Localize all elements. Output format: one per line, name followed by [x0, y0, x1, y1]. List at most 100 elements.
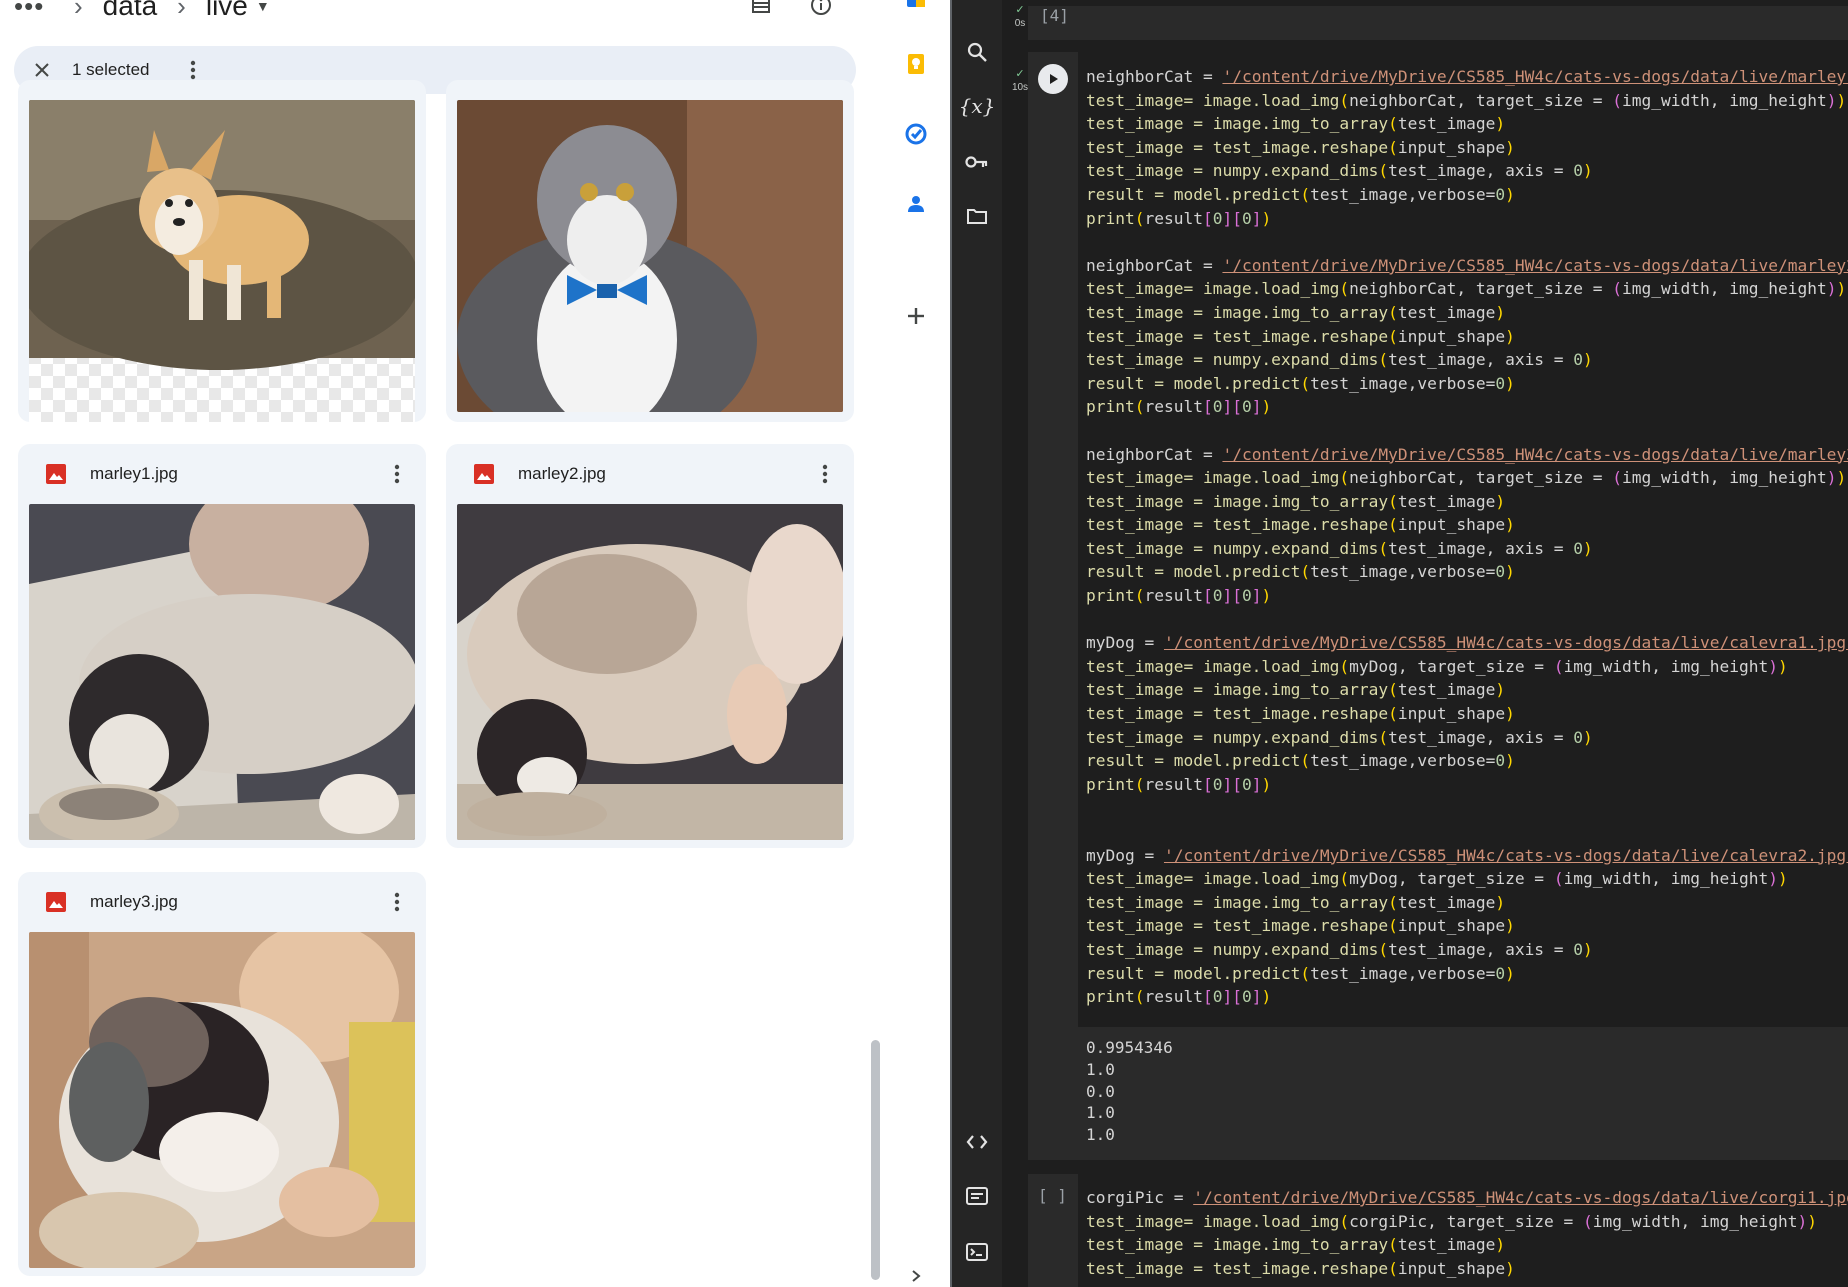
chevron-right-icon[interactable] — [896, 1256, 936, 1287]
code-line[interactable]: result = model.predict(test_image,verbos… — [1086, 560, 1848, 584]
file-thumbnail[interactable] — [29, 504, 415, 840]
code-line[interactable] — [1086, 608, 1848, 632]
code-line[interactable] — [1086, 796, 1848, 820]
code-token: ) — [1777, 656, 1788, 676]
code-line[interactable]: print(result[0][0]) — [1086, 985, 1848, 1009]
code-content[interactable]: corgiPic = '/content/drive/MyDrive/CS585… — [1086, 1186, 1848, 1280]
code-line[interactable]: test_image = image.img_to_array(test_ima… — [1086, 891, 1848, 915]
code-line[interactable]: test_image= image.load_img(neighborCat, … — [1086, 466, 1848, 490]
code-line[interactable]: test_image = numpy.expand_dims(test_imag… — [1086, 348, 1848, 372]
code-line[interactable]: test_image = test_image.reshape(input_sh… — [1086, 136, 1848, 160]
terminal-icon[interactable] — [957, 1232, 997, 1272]
code-line[interactable]: test_image= image.load_img(neighborCat, … — [1086, 277, 1848, 301]
file-thumbnail[interactable] — [457, 100, 843, 412]
file-card-marley1[interactable]: marley1.jpg — [18, 444, 426, 848]
caret-down-icon[interactable]: ▼ — [256, 0, 270, 14]
breadcrumb-folder-live[interactable]: live — [206, 0, 248, 22]
code-line[interactable]: test_image = numpy.expand_dims(test_imag… — [1086, 159, 1848, 183]
folder-icon[interactable] — [957, 196, 997, 236]
code-token: ( — [1388, 704, 1398, 724]
run-cell-button[interactable] — [1038, 64, 1068, 94]
image-file-icon — [46, 464, 66, 484]
code-line[interactable]: myDog = '/content/drive/MyDrive/CS585_HW… — [1086, 631, 1848, 655]
code-token: img_width, img_height — [1563, 869, 1769, 889]
code-line[interactable]: corgiPic = '/content/drive/MyDrive/CS585… — [1086, 1186, 1848, 1210]
code-line[interactable]: test_image = image.img_to_array(test_ima… — [1086, 1233, 1848, 1257]
code-line[interactable] — [1086, 230, 1848, 254]
file-thumbnail[interactable] — [29, 932, 415, 1268]
code-token: ) — [1261, 774, 1272, 794]
code-line[interactable]: result = model.predict(test_image,verbos… — [1086, 749, 1848, 773]
code-line[interactable]: test_image = test_image.reshape(input_sh… — [1086, 513, 1848, 537]
code-token: test_image — [1397, 680, 1496, 700]
code-line[interactable]: test_image= image.load_img(neighborCat, … — [1086, 89, 1848, 113]
code-line[interactable]: test_image = numpy.expand_dims(test_imag… — [1086, 938, 1848, 962]
command-palette-icon[interactable] — [957, 1176, 997, 1216]
code-token: corgiPic, target_size = — [1349, 1211, 1584, 1231]
prev-exec-time: 0s — [1014, 18, 1026, 29]
code-line[interactable]: test_image = image.img_to_array(test_ima… — [1086, 112, 1848, 136]
code-snippets-icon[interactable] — [957, 1122, 997, 1162]
code-line[interactable]: test_image = test_image.reshape(input_sh… — [1086, 702, 1848, 726]
code-line[interactable]: result = model.predict(test_image,verbos… — [1086, 372, 1848, 396]
code-token: [ — [1202, 208, 1213, 228]
code-line[interactable]: result = model.predict(test_image,verbos… — [1086, 183, 1848, 207]
code-token: ) — [1777, 869, 1788, 889]
info-icon[interactable] — [806, 0, 836, 20]
code-line[interactable]: test_image = numpy.expand_dims(test_imag… — [1086, 537, 1848, 561]
code-line[interactable]: test_image= image.load_img(myDog, target… — [1086, 867, 1848, 891]
breadcrumb-folder-data[interactable]: data — [103, 0, 158, 22]
code-line[interactable]: test_image = image.img_to_array(test_ima… — [1086, 490, 1848, 514]
code-content[interactable]: neighborCat = '/content/drive/MyDrive/CS… — [1086, 65, 1848, 1009]
code-line[interactable]: test_image = test_image.reshape(input_sh… — [1086, 325, 1848, 349]
calendar-icon[interactable] — [896, 0, 936, 18]
code-line[interactable]: neighborCat = '/content/drive/MyDrive/CS… — [1086, 65, 1848, 89]
code-token: ) — [1495, 302, 1506, 322]
code-line[interactable]: test_image= image.load_img(myDog, target… — [1086, 655, 1848, 679]
file-card-fluffy-cat[interactable] — [446, 80, 854, 422]
code-line[interactable]: test_image = numpy.expand_dims(test_imag… — [1086, 726, 1848, 750]
output-line: 1.0 — [1086, 1103, 1115, 1123]
code-line[interactable]: neighborCat = '/content/drive/MyDrive/CS… — [1086, 254, 1848, 278]
variables-icon[interactable]: {x} — [957, 86, 997, 126]
code-line[interactable]: test_image= image.load_img(corgiPic, tar… — [1086, 1210, 1848, 1234]
code-token: result — [1144, 397, 1203, 417]
search-icon[interactable] — [957, 32, 997, 72]
keep-icon[interactable] — [896, 44, 936, 84]
file-card-header: marley1.jpg — [18, 444, 426, 504]
code-line[interactable]: test_image = test_image.reshape(input_sh… — [1086, 1257, 1848, 1281]
add-icon[interactable] — [896, 296, 936, 336]
secrets-key-icon[interactable] — [957, 142, 997, 182]
code-line[interactable]: test_image = image.img_to_array(test_ima… — [1086, 301, 1848, 325]
code-line[interactable]: test_image = image.img_to_array(test_ima… — [1086, 678, 1848, 702]
code-line[interactable]: print(result[0][0]) — [1086, 395, 1848, 419]
file-card-marley2[interactable]: marley2.jpg — [446, 444, 854, 848]
code-token: ( — [1388, 491, 1398, 511]
contacts-icon[interactable] — [896, 184, 936, 224]
breadcrumb-more-button[interactable]: ••• — [14, 0, 54, 22]
code-line[interactable]: result = model.predict(test_image,verbos… — [1086, 962, 1848, 986]
code-line[interactable]: print(result[0][0]) — [1086, 584, 1848, 608]
code-token: ( — [1339, 279, 1350, 299]
code-token: ] — [1222, 397, 1233, 417]
more-vert-icon[interactable] — [382, 459, 412, 489]
table-of-contents-icon[interactable] — [957, 0, 997, 24]
code-line[interactable]: myDog = '/content/drive/MyDrive/CS585_HW… — [1086, 844, 1848, 868]
file-card-corgi[interactable] — [18, 80, 426, 422]
code-token: test_image = image.img_to_array — [1086, 892, 1389, 912]
code-line[interactable] — [1086, 419, 1848, 443]
file-card-marley3[interactable]: marley3.jpg — [18, 872, 426, 1276]
tasks-icon[interactable] — [896, 114, 936, 154]
list-view-icon[interactable] — [746, 0, 776, 20]
code-line[interactable]: print(result[0][0]) — [1086, 773, 1848, 797]
more-vert-icon[interactable] — [810, 459, 840, 489]
scrollbar-thumb[interactable] — [871, 1040, 880, 1280]
code-line[interactable] — [1086, 820, 1848, 844]
code-token: ( — [1339, 1211, 1350, 1231]
file-thumbnail[interactable] — [457, 504, 843, 840]
file-thumbnail[interactable] — [29, 100, 415, 422]
code-line[interactable]: print(result[0][0]) — [1086, 207, 1848, 231]
code-line[interactable]: neighborCat = '/content/drive/MyDrive/CS… — [1086, 443, 1848, 467]
more-vert-icon[interactable] — [382, 887, 412, 917]
code-line[interactable]: test_image = test_image.reshape(input_sh… — [1086, 914, 1848, 938]
